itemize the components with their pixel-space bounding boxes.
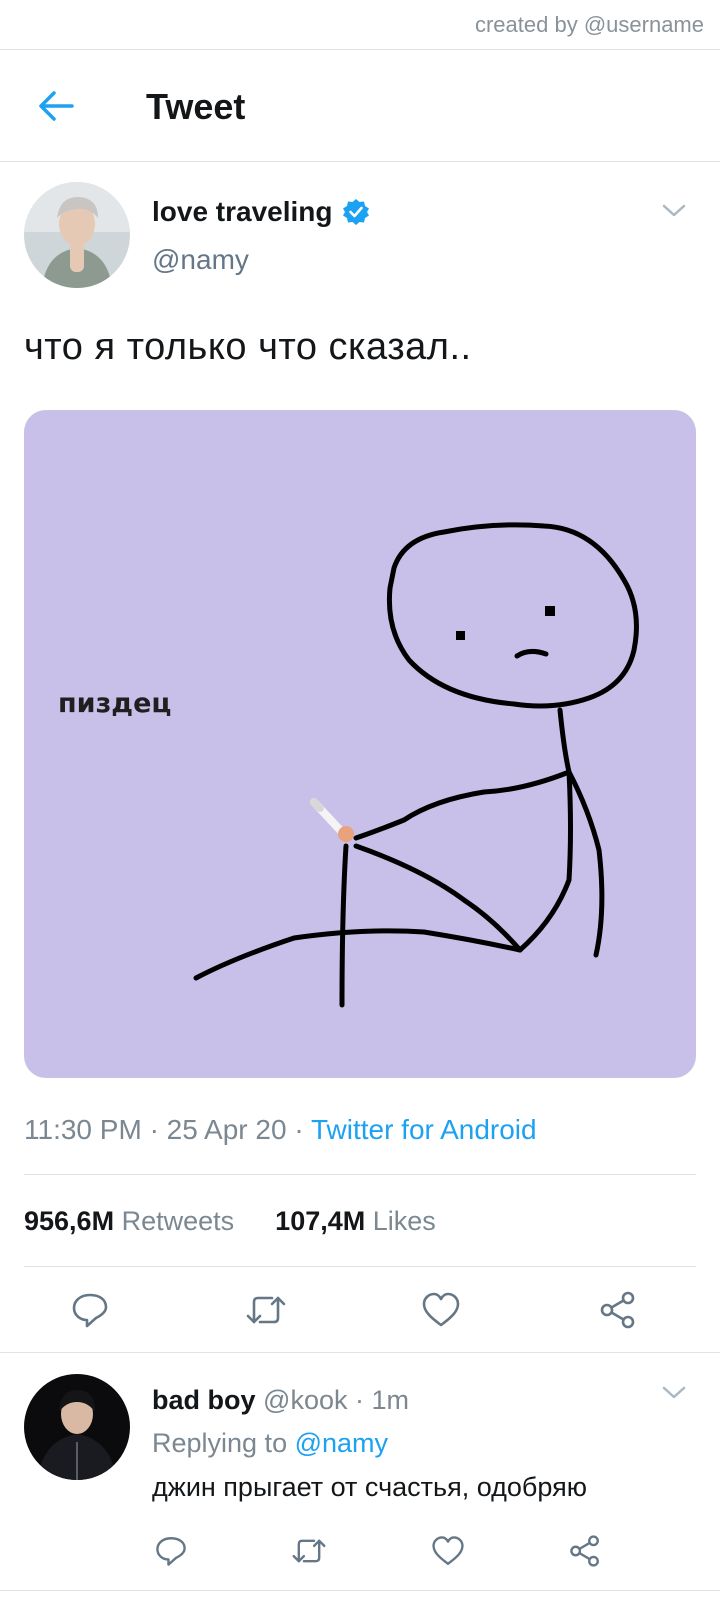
watermark-credit: created by @username [474, 12, 704, 37]
tweet-media-image[interactable]: пиздец [24, 410, 696, 1078]
replying-to-label: Replying to [152, 1428, 288, 1458]
like-heart-icon[interactable] [420, 1290, 462, 1330]
tweet-meta: 11:30 PM · 25 Apr 20 · Twitter for Andro… [24, 1114, 537, 1146]
meta-separator: · [149, 1114, 167, 1145]
retweet-icon[interactable] [244, 1290, 288, 1330]
divider [0, 1590, 720, 1591]
retweets-label[interactable]: Retweets [122, 1206, 235, 1236]
meta-separator: · [355, 1385, 372, 1415]
meta-separator: · [294, 1114, 311, 1145]
divider [24, 1266, 696, 1267]
reply-share-icon[interactable] [568, 1534, 602, 1568]
tweet-text: что я только что сказал.. [24, 326, 472, 368]
retweets-count[interactable]: 956,6M [24, 1206, 114, 1236]
author-handle[interactable]: @namy [152, 244, 249, 276]
reply-like-heart-icon[interactable] [430, 1534, 466, 1568]
reply-author-name[interactable]: bad boy [152, 1385, 256, 1415]
page-title: Tweet [146, 86, 246, 127]
back-arrow-icon[interactable] [32, 82, 80, 130]
tweet-source-link[interactable]: Twitter for Android [311, 1114, 537, 1145]
app-header: Tweet [0, 50, 720, 162]
reply-retweet-icon[interactable] [290, 1534, 328, 1568]
reply-options-chevron-down-icon[interactable] [660, 1384, 688, 1402]
reply-reply-icon[interactable] [154, 1534, 188, 1568]
tweet-stats: 956,6M Retweets 107,4M Likes [24, 1206, 436, 1237]
reply-author-handle[interactable]: @kook [263, 1385, 347, 1415]
media-caption: пиздец [58, 688, 171, 719]
share-icon[interactable] [598, 1290, 638, 1330]
likes-label[interactable]: Likes [373, 1206, 436, 1236]
tweet-time: 11:30 PM [24, 1114, 142, 1145]
reply-icon[interactable] [70, 1290, 110, 1330]
tweet-options-chevron-down-icon[interactable] [660, 202, 688, 220]
author-name[interactable]: love traveling [152, 196, 333, 228]
replying-to: Replying to @namy [152, 1428, 388, 1459]
reply-header: bad boy @kook · 1m [152, 1385, 409, 1416]
likes-count[interactable]: 107,4M [275, 1206, 365, 1236]
author-avatar[interactable] [24, 182, 130, 288]
divider [0, 1352, 720, 1353]
reply-author-avatar[interactable] [24, 1374, 130, 1480]
reply-time: 1m [371, 1385, 410, 1415]
tweet-date: 25 Apr 20 [166, 1114, 287, 1145]
replying-to-handle-link[interactable]: @namy [295, 1428, 388, 1458]
divider [24, 1174, 696, 1175]
reply-text: джин прыгает от счастья, одобряю [152, 1472, 587, 1502]
verified-badge-icon [342, 198, 370, 226]
